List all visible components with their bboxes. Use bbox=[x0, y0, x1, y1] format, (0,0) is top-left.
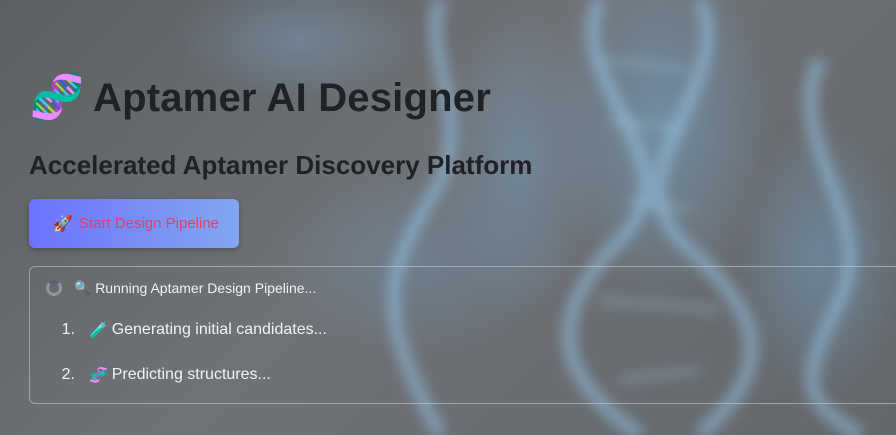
status-text: Running Aptamer Design Pipeline... bbox=[95, 280, 317, 296]
start-design-pipeline-button[interactable]: 🚀 Start Design Pipeline bbox=[29, 199, 239, 248]
step-number: 2. bbox=[61, 366, 75, 383]
test-tube-icon: 🧪 bbox=[89, 322, 108, 339]
dna-icon: 🧬 bbox=[29, 73, 85, 122]
page-title: Aptamer AI Designer bbox=[93, 75, 491, 120]
pipeline-steps-list: 1. 🧪 Generating initial candidates... 2.… bbox=[30, 315, 327, 405]
page-header: 🧬 Aptamer AI Designer bbox=[29, 70, 491, 126]
step-text: Generating initial candidates... bbox=[111, 321, 327, 338]
list-item: 2. 🧬 Predicting structures... bbox=[30, 360, 327, 390]
start-button-label: Start Design Pipeline bbox=[78, 215, 219, 232]
rocket-icon: 🚀 bbox=[53, 215, 73, 233]
magnifier-icon: 🔍 bbox=[74, 280, 91, 295]
step-number: 1. bbox=[61, 321, 75, 338]
list-item: 1. 🧪 Generating initial candidates... bbox=[30, 315, 327, 345]
step-text: Predicting structures... bbox=[111, 366, 271, 383]
status-line: 🔍 Running Aptamer Design Pipeline... bbox=[46, 280, 316, 296]
pipeline-status-panel: 🔍 Running Aptamer Design Pipeline... 1. … bbox=[29, 266, 896, 404]
spinner-icon bbox=[46, 280, 62, 296]
page-subtitle: Accelerated Aptamer Discovery Platform bbox=[29, 150, 533, 180]
dna-icon: 🧬 bbox=[89, 367, 108, 384]
